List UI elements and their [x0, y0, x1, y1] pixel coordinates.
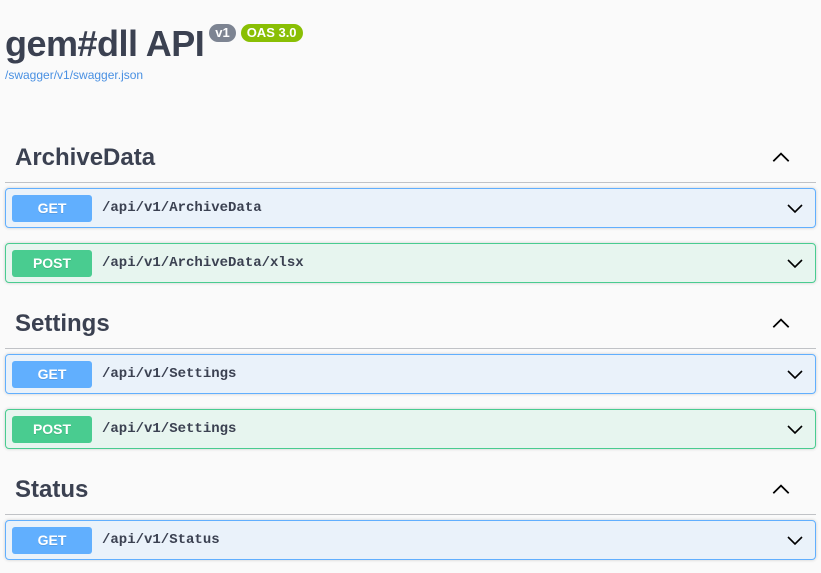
tag-name: Settings — [15, 310, 110, 337]
chevron-down-icon[interactable] — [785, 419, 805, 439]
operation-get-archivedata[interactable]: GET /api/v1/ArchiveData — [5, 188, 816, 228]
tag-section-settings: Settings GET /api/v1/Settings POST /api/… — [5, 300, 816, 449]
method-badge: GET — [12, 360, 92, 388]
operation-path: /api/v1/Settings — [102, 421, 237, 437]
tag-header-status[interactable]: Status — [5, 466, 816, 515]
version-badge: v1 — [209, 24, 236, 42]
chevron-up-icon[interactable] — [770, 479, 792, 501]
chevron-down-icon[interactable] — [785, 364, 805, 384]
chevron-down-icon[interactable] — [785, 530, 805, 550]
spec-link[interactable]: /swagger/v1/swagger.json — [5, 68, 303, 82]
swagger-ui-page: gem#dll API v1 OAS 3.0 /swagger/v1/swagg… — [0, 0, 821, 573]
method-badge: POST — [12, 415, 92, 443]
operation-post-settings[interactable]: POST /api/v1/Settings — [5, 409, 816, 449]
api-info: gem#dll API v1 OAS 3.0 /swagger/v1/swagg… — [5, 22, 303, 82]
operation-path: /api/v1/Settings — [102, 366, 237, 382]
chevron-down-icon[interactable] — [785, 253, 805, 273]
method-badge: GET — [12, 526, 92, 554]
method-badge: GET — [12, 194, 92, 222]
chevron-up-icon[interactable] — [770, 147, 792, 169]
title-row: gem#dll API v1 OAS 3.0 — [5, 22, 303, 66]
operation-path: /api/v1/ArchiveData — [102, 200, 262, 216]
operation-get-status[interactable]: GET /api/v1/Status — [5, 520, 816, 560]
operation-path: /api/v1/Status — [102, 532, 220, 548]
chevron-down-icon[interactable] — [785, 198, 805, 218]
tag-section-status: Status GET /api/v1/Status — [5, 466, 816, 560]
api-title: gem#dll API — [5, 23, 205, 64]
chevron-up-icon[interactable] — [770, 313, 792, 335]
oas-badge: OAS 3.0 — [240, 24, 303, 42]
operation-get-settings[interactable]: GET /api/v1/Settings — [5, 354, 816, 394]
operation-path: /api/v1/ArchiveData/xlsx — [102, 255, 304, 271]
tag-name: Status — [15, 476, 89, 503]
tag-header-archivedata[interactable]: ArchiveData — [5, 134, 816, 183]
operation-post-archivedata-xlsx[interactable]: POST /api/v1/ArchiveData/xlsx — [5, 243, 816, 283]
tag-name: ArchiveData — [15, 144, 156, 171]
method-badge: POST — [12, 249, 92, 277]
tag-section-archivedata: ArchiveData GET /api/v1/ArchiveData POST… — [5, 134, 816, 283]
tag-header-settings[interactable]: Settings — [5, 300, 816, 349]
